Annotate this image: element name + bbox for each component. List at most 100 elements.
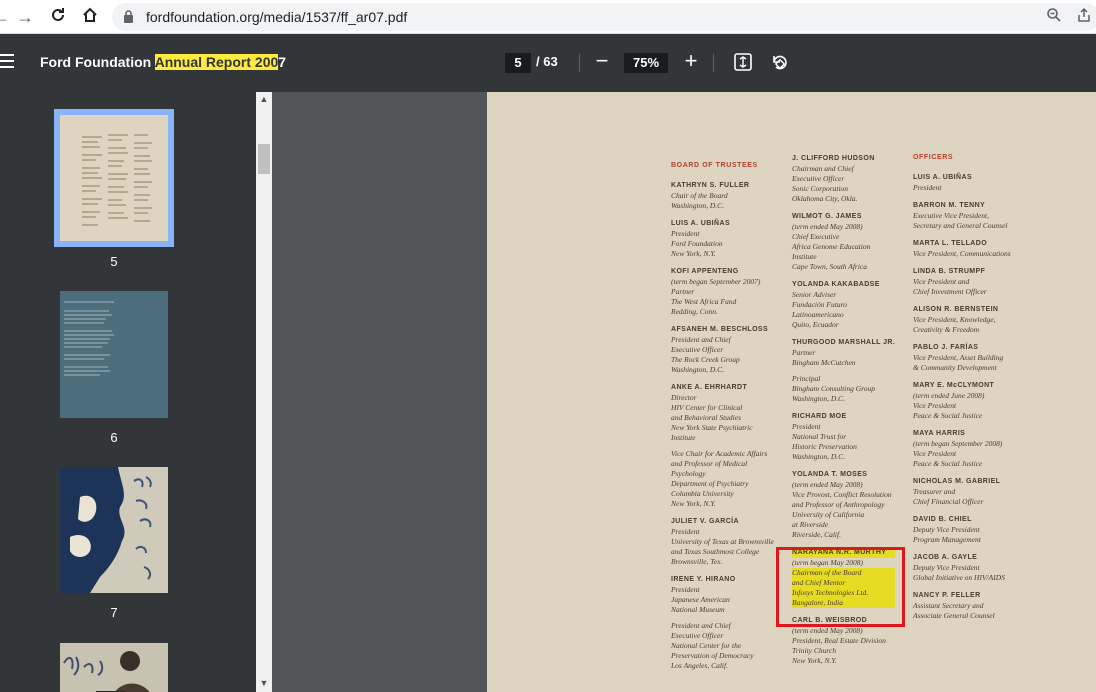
person-entry: JULIET V. GARCÍA President University of T… (671, 517, 774, 567)
person-detail: Cape Town, South Africa (792, 262, 868, 271)
thumbnail-label: 5 (110, 254, 118, 269)
scroll-thumb[interactable] (258, 144, 270, 174)
person-detail: Chair of the Board (671, 191, 728, 200)
address-bar[interactable]: fordfoundation.org/media/1537/ff_ar07.pd… (112, 3, 1096, 31)
person-detail: Secretary and General Counsel (913, 221, 1008, 230)
person-entry: THURGOOD MARSHALL JR. Partner Bingham McCu… (792, 338, 895, 404)
person-entry: NICHOLAS M. GABRIEL Treasurer and Chief Fi… (913, 477, 1011, 507)
zoom-magnifier-icon[interactable] (1044, 7, 1064, 27)
person-detail: Chief Investment Officer (913, 287, 987, 296)
person-name: AFSANEH M. BESCHLOSS (671, 326, 769, 333)
person-name: MARY E. McCLYMONT (913, 382, 995, 389)
person-detail: Executive Vice President, (913, 211, 989, 220)
person-name: KOFI APPENTENG (671, 268, 739, 275)
person-detail: Deputy Vice President (913, 563, 980, 572)
thumbnail-page-6[interactable] (60, 291, 168, 418)
person-name: LUIS A. UBIÑAS (913, 174, 973, 181)
highlight-annotation-box (776, 547, 905, 627)
reload-icon[interactable] (47, 6, 69, 28)
person-detail: President (792, 422, 821, 431)
menu-icon[interactable] (0, 54, 16, 70)
person-detail: and Professor of Anthropology (792, 500, 885, 509)
thumbnail-page-7[interactable] (60, 467, 168, 593)
person-detail: Latinoamericano (792, 310, 844, 319)
person-detail: Vice President, Knowledge, (913, 315, 996, 324)
page-number-input[interactable]: 5 (505, 53, 531, 73)
person-name: NICHOLAS M. GABRIEL (913, 478, 1001, 485)
person-detail: Chairman and Chief (792, 164, 854, 173)
person-detail: New York State Psychiatric (671, 423, 753, 432)
zoom-in-button[interactable]: + (680, 50, 702, 72)
person-detail: Historic Preservation (792, 442, 857, 451)
officers-list: LUIS A. UBIÑAS President BARRON M. TENNY Ex… (913, 173, 1011, 621)
person-entry: JACOB A. GAYLE Deputy Vice President Globa… (913, 553, 1011, 583)
forward-icon[interactable]: → (14, 6, 36, 28)
browser-bar: ← → fordfoundation.org/media/1537/ff_ar0… (0, 0, 1096, 34)
person-detail: University of Texas at Brownsville (671, 537, 774, 546)
person-detail: Chief Financial Officer (913, 497, 984, 506)
person-name: JACOB A. GAYLE (913, 554, 978, 561)
person-detail: New York, N.Y. (671, 499, 716, 508)
person-detail: Fundación Futuro (792, 300, 847, 309)
person-detail: Global Initiative on HIV/AIDS (913, 573, 1005, 582)
thumbnail-label: 7 (110, 605, 118, 620)
person-name: BARRON M. TENNY (913, 202, 986, 209)
person-detail: HIV Center for Clinical (671, 403, 743, 412)
person-detail: Department of Psychiatry (671, 479, 749, 488)
person-entry: J. CLIFFORD HUDSON Chairman and Chief Exec… (792, 154, 895, 204)
person-entry: RICHARD MOE President National Trust for Hi… (792, 412, 895, 462)
person-name: MAYA HARRIS (913, 430, 966, 437)
thumbnail-page-5[interactable] (54, 109, 174, 247)
person-detail: Institute (671, 433, 696, 442)
person-detail: National Museum (671, 605, 725, 614)
person-detail: Washington, D.C. (671, 365, 725, 374)
person-name: LUIS A. UBIÑAS (671, 220, 731, 227)
person-detail: (term began September 2007) (671, 277, 761, 286)
person-name: ANKE A. EHRHARDT (671, 384, 748, 391)
person-detail: Japanese American (671, 595, 730, 604)
person-detail: Psychology (671, 469, 706, 478)
person-detail: Columbia University (671, 489, 734, 498)
rotate-icon[interactable] (769, 52, 791, 74)
scroll-down-icon[interactable]: ▼ (259, 678, 269, 688)
person-detail: President (671, 229, 700, 238)
lock-icon[interactable] (123, 10, 134, 23)
person-name: KATHRYN S. FULLER (671, 182, 750, 189)
officers-heading: OFFICERS (913, 154, 954, 161)
person-detail: Partner (671, 287, 695, 296)
person-name: YOLANDA T. MOSES (792, 471, 868, 478)
share-icon[interactable] (1074, 7, 1094, 27)
sidebar-scrollbar[interactable]: ▲ ▼ (256, 92, 272, 692)
person-detail: Africa Genome Education (792, 242, 871, 251)
person-entry: ALISON R. BERNSTEIN Vice President, Knowl… (913, 305, 1011, 335)
page-total: / 63 (536, 54, 558, 69)
person-detail: New York, N.Y. (671, 249, 716, 258)
person-detail: The West Africa Fund (671, 297, 737, 306)
officers-column: OFFICERS LUIS A. UBIÑAS President BARRON M… (913, 154, 1011, 629)
person-detail: Program Management (913, 535, 981, 544)
zoom-level-input[interactable]: 75% (624, 53, 668, 73)
zoom-out-button[interactable]: − (592, 50, 612, 73)
person-detail: President and Chief (671, 335, 731, 344)
person-detail: (term ended May 2008) (792, 626, 863, 635)
thumbnail-page-8[interactable] (60, 643, 168, 692)
home-icon[interactable] (79, 6, 101, 28)
trustees-list-1: KATHRYN S. FULLER Chair of the Board Washi… (671, 181, 774, 671)
back-icon[interactable]: ← (0, 6, 12, 28)
person-detail: Senior Adviser (792, 290, 837, 299)
person-detail: University of California (792, 510, 865, 519)
fit-page-icon[interactable] (733, 52, 755, 74)
person-name: DAVID B. CHIEL (913, 516, 972, 523)
person-entry: WILMOT G. JAMES (term ended May 2008) Chie… (792, 212, 895, 272)
person-detail: Executive Officer (792, 174, 845, 183)
person-name: LINDA B. STRUMPF (913, 268, 986, 275)
person-entry: KOFI APPENTENG (term began September 2007… (671, 267, 774, 317)
person-name: J. CLIFFORD HUDSON (792, 155, 875, 162)
person-detail: Creativity & Freedom (913, 325, 980, 334)
url-text[interactable]: fordfoundation.org/media/1537/ff_ar07.pd… (146, 9, 407, 25)
person-entry: NANCY P. FELLER Assistant Secretary and As… (913, 591, 1011, 621)
person-detail: Chief Executive (792, 232, 840, 241)
person-name: JULIET V. GARCÍA (671, 518, 739, 525)
scroll-up-icon[interactable]: ▲ (259, 94, 269, 104)
person-detail: President and Chief (671, 621, 731, 630)
